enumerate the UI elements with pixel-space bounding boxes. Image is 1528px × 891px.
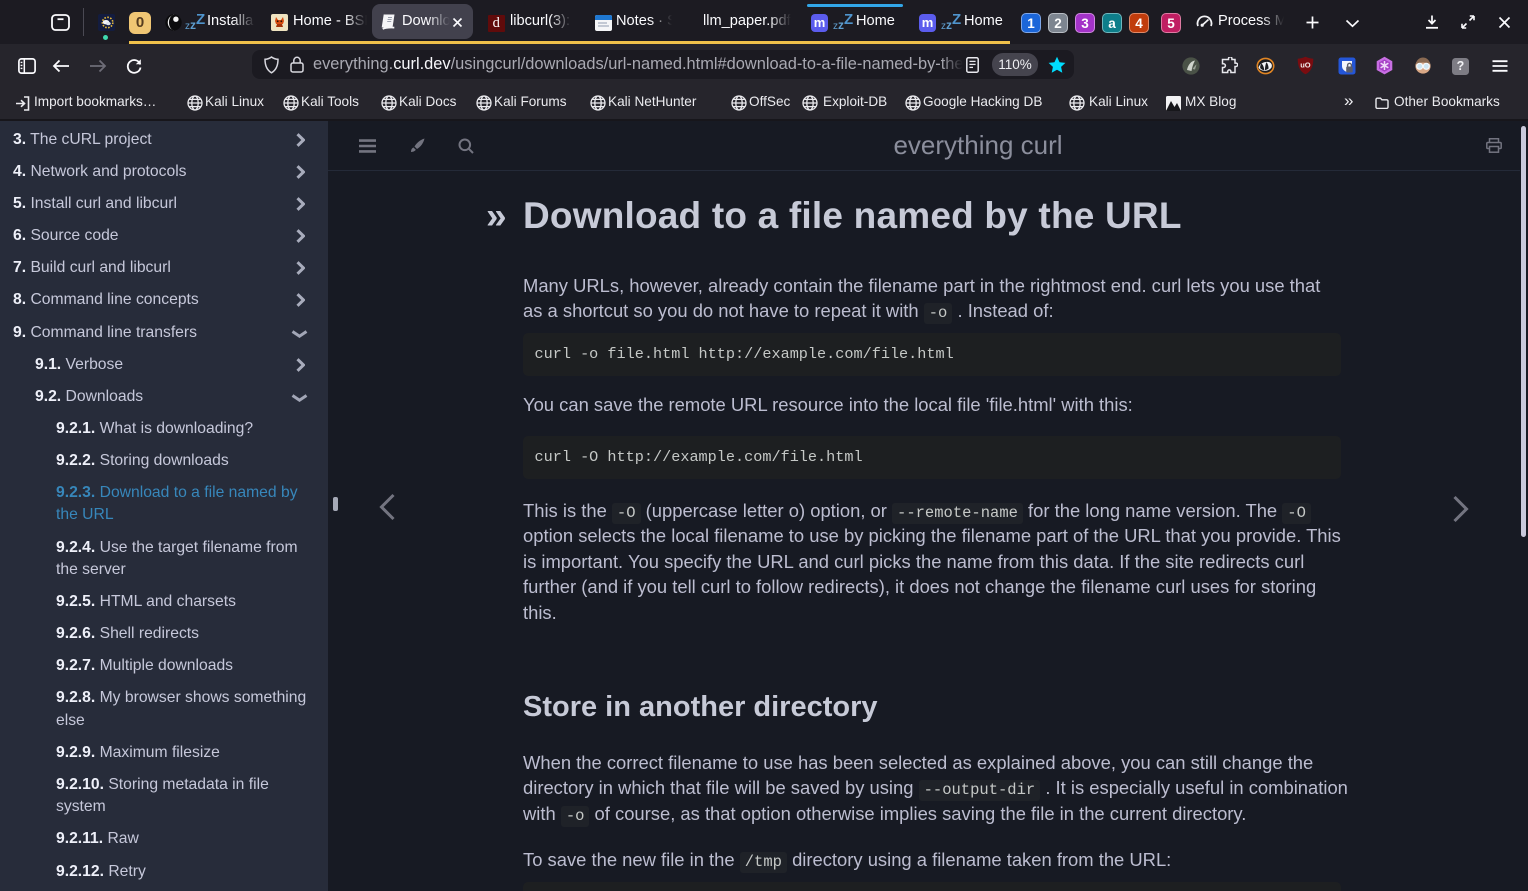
svg-text:uO: uO: [1300, 61, 1311, 70]
